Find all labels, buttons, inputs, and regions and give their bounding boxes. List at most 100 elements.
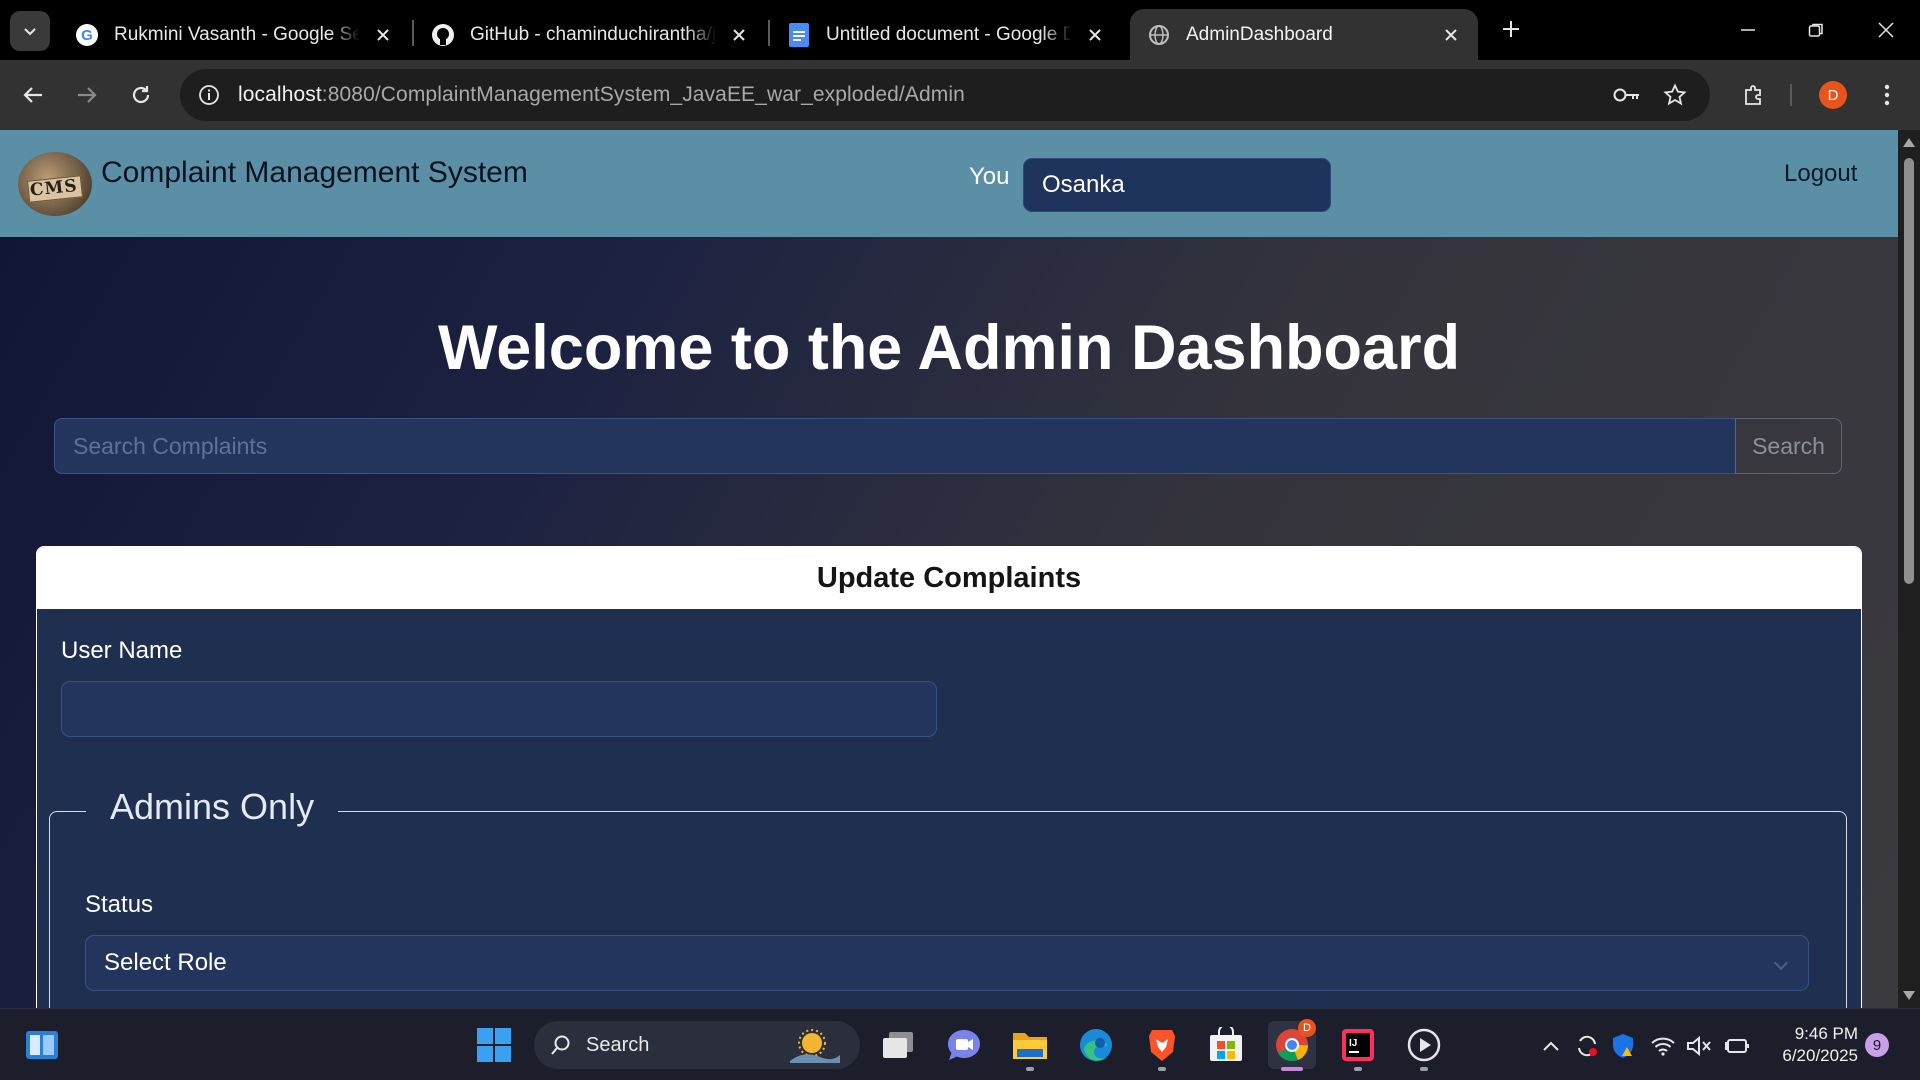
clock-date: 6/20/2025 (1782, 1046, 1858, 1065)
admins-only-legend: Admins Only (86, 786, 339, 828)
tab-title: Rukmini Vasanth - Google Search (114, 23, 360, 45)
windows-taskbar: Search D IJ 9:46 PM 6/20/2025 9 (0, 1008, 1920, 1080)
microsoft-store-app[interactable] (1202, 1021, 1250, 1069)
more-vertical-icon (1884, 84, 1890, 106)
tab-title: Untitled document - Google Docs (826, 23, 1072, 45)
notification-badge[interactable]: 9 (1865, 1033, 1889, 1057)
running-indicator (1420, 1067, 1428, 1071)
scroll-down-arrow-icon[interactable] (1903, 991, 1915, 1000)
intellij-icon: IJ (1342, 1029, 1374, 1061)
taskbar-search[interactable]: Search (534, 1021, 860, 1069)
tab-google-search[interactable]: G Rukmini Vasanth - Google Search (58, 9, 410, 60)
file-explorer-app[interactable] (1006, 1021, 1054, 1071)
reload-button[interactable] (120, 74, 162, 116)
star-icon[interactable] (1658, 78, 1692, 112)
search-bar: Search (54, 418, 1842, 474)
cms-logo[interactable]: CMS (18, 152, 92, 216)
chevron-down-icon (24, 28, 36, 36)
status-label: Status (85, 891, 154, 918)
chrome-profile-badge: D (1298, 1019, 1316, 1037)
restore-button[interactable] (1788, 8, 1844, 52)
site-brand[interactable]: Complaint Management System (101, 156, 528, 190)
google-icon: G (74, 22, 100, 48)
close-tab-icon[interactable] (1438, 22, 1464, 48)
user-name-label: User Name (61, 637, 183, 664)
browser-toolbar: localhost:8080/ComplaintManagementSystem… (0, 60, 1920, 130)
start-button[interactable] (470, 1021, 518, 1069)
new-tab-button[interactable] (1494, 12, 1528, 46)
system-clock[interactable]: 9:46 PM 6/20/2025 (1768, 1023, 1858, 1067)
back-button[interactable] (12, 74, 54, 116)
media-player-app[interactable] (1400, 1021, 1448, 1071)
chat-icon (948, 1030, 980, 1060)
url-host: localhost (238, 83, 322, 106)
minimize-icon (1741, 29, 1755, 31)
browser-tab-strip: G Rukmini Vasanth - Google Search GitHub… (0, 0, 1920, 60)
close-tab-icon[interactable] (370, 22, 396, 48)
globe-icon (1146, 22, 1172, 48)
search-highlight-sun-icon (790, 1029, 840, 1063)
running-indicator (1281, 1067, 1303, 1071)
chevron-down-icon (1773, 955, 1789, 971)
arrow-right-icon (78, 87, 97, 103)
browser-menu-button[interactable] (1866, 74, 1908, 116)
clock-time: 9:46 PM (1794, 1024, 1858, 1043)
widgets-button[interactable] (18, 1021, 66, 1069)
task-view-icon (883, 1032, 913, 1058)
wifi-icon[interactable] (1650, 1033, 1676, 1059)
minimize-button[interactable] (1720, 8, 1776, 52)
widgets-icon (26, 1031, 58, 1059)
show-hidden-icons-button[interactable] (1538, 1033, 1564, 1059)
windows-logo-icon (477, 1028, 511, 1062)
folder-icon (1013, 1033, 1047, 1059)
user-name-field[interactable] (61, 681, 937, 737)
close-tab-icon[interactable] (1082, 22, 1108, 48)
tab-admin-dashboard[interactable]: AdminDashboard (1130, 9, 1478, 60)
you-label: You (969, 163, 1010, 190)
site-info-icon[interactable] (192, 78, 226, 112)
scroll-up-arrow-icon[interactable] (1903, 138, 1915, 147)
search-button[interactable]: Search (1735, 418, 1842, 474)
teams-chat-app[interactable] (940, 1021, 988, 1069)
brave-app[interactable] (1138, 1021, 1186, 1071)
play-icon (1407, 1028, 1441, 1062)
url-text[interactable]: localhost:8080/ComplaintManagementSystem… (238, 83, 965, 107)
page-viewport: CMS Complaint Management System You Osan… (0, 130, 1898, 1008)
close-tab-icon[interactable] (726, 22, 752, 48)
tab-search-button[interactable] (10, 11, 50, 51)
scrollbar-thumb[interactable] (1904, 158, 1914, 584)
profile-avatar[interactable]: D (1819, 81, 1847, 109)
battery-icon[interactable] (1724, 1033, 1750, 1059)
tab-github[interactable]: GitHub - chaminduchirantha/java (414, 9, 766, 60)
volume-muted-icon[interactable] (1686, 1033, 1712, 1059)
site-navbar: CMS Complaint Management System You Osan… (0, 130, 1898, 237)
edge-app[interactable] (1072, 1021, 1120, 1069)
search-complaints-input[interactable] (54, 418, 1736, 474)
url-path: :8080/ComplaintManagementSystem_JavaEE_w… (321, 83, 965, 106)
intellij-app[interactable]: IJ (1334, 1021, 1382, 1071)
current-user-field[interactable]: Osanka (1023, 158, 1331, 212)
svg-text:G: G (81, 27, 93, 44)
security-shield-icon[interactable] (1610, 1033, 1636, 1059)
forward-button[interactable] (66, 74, 108, 116)
google-docs-icon (786, 22, 812, 48)
status-select[interactable]: Select Role (85, 935, 1809, 991)
taskbar-search-label: Search (586, 1033, 650, 1056)
plus-icon (1503, 21, 1519, 37)
key-icon[interactable] (1610, 78, 1644, 112)
page-scrollbar[interactable] (1898, 130, 1920, 1008)
sync-icon[interactable] (1574, 1033, 1600, 1059)
search-icon (551, 1035, 570, 1055)
puzzle-icon (1745, 85, 1761, 105)
chrome-app[interactable]: D (1268, 1019, 1316, 1071)
restore-icon (1808, 23, 1823, 37)
tab-google-docs[interactable]: Untitled document - Google Docs (770, 9, 1122, 60)
extensions-button[interactable] (1733, 74, 1775, 116)
task-view-button[interactable] (874, 1021, 922, 1069)
close-window-button[interactable] (1858, 8, 1914, 52)
running-indicator (1354, 1067, 1362, 1071)
chevron-up-icon (1543, 1041, 1559, 1051)
address-bar[interactable]: localhost:8080/ComplaintManagementSystem… (180, 69, 1710, 121)
page-title: Welcome to the Admin Dashboard (437, 313, 1461, 383)
logout-link[interactable]: Logout (1784, 160, 1857, 188)
